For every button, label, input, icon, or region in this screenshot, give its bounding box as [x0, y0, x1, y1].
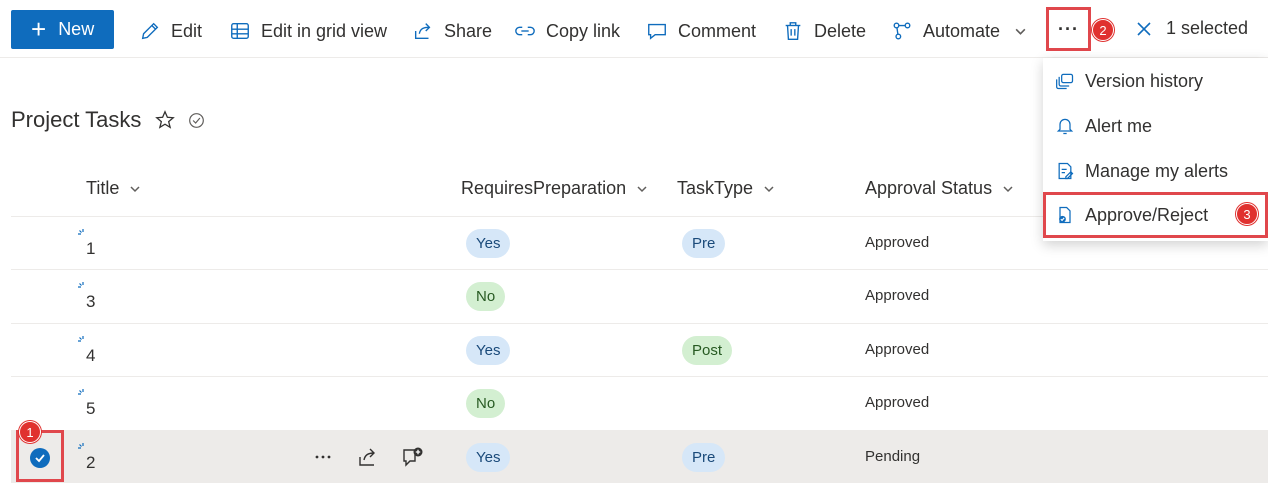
requires-preparation-pill: Yes: [466, 443, 511, 472]
new-item-icon: [78, 336, 84, 342]
delete-label: Delete: [814, 20, 867, 41]
new-button[interactable]: + New: [11, 10, 114, 49]
approval-status: Approved: [865, 287, 930, 304]
edit-grid-view-button[interactable]: Edit in grid view: [229, 18, 387, 44]
requires-preparation-pill: No: [466, 389, 506, 418]
automate-label: Automate: [923, 20, 1001, 41]
new-item-icon: [78, 443, 84, 449]
comment-label: Comment: [678, 20, 757, 41]
table-row[interactable]: 3 No Approved: [11, 269, 1268, 322]
column-header-approval-status[interactable]: Approval Status: [865, 178, 1014, 199]
column-header-requirespreparation[interactable]: RequiresPreparation: [461, 178, 648, 199]
menu-item-label: Version history: [1085, 70, 1204, 91]
close-icon[interactable]: [1136, 21, 1152, 37]
table-row[interactable]: 5 No Approved: [11, 376, 1268, 429]
requires-preparation-pill: Yes: [466, 336, 511, 365]
menu-item-manage-alerts[interactable]: Manage my alerts: [1043, 149, 1268, 193]
approval-status: Approved: [865, 394, 930, 411]
chevron-down-icon: [130, 185, 140, 192]
share-button[interactable]: Share: [412, 18, 492, 44]
pencil-icon: [141, 22, 159, 40]
new-item-icon: [78, 282, 84, 288]
chevron-down-icon: [637, 185, 647, 192]
menu-item-label: Approve/Reject: [1085, 204, 1209, 225]
automate-icon: [893, 22, 911, 40]
step-badge-3: 3: [1236, 203, 1258, 225]
table-row[interactable]: 4 Yes Post Approved: [11, 323, 1268, 376]
menu-item-approve-reject[interactable]: Approve/Reject: [1043, 192, 1268, 238]
menu-item-version-history[interactable]: Version history: [1043, 59, 1268, 103]
task-type-pill: Post: [682, 336, 733, 365]
menu-item-label: Manage my alerts: [1085, 160, 1229, 181]
edit-grid-label: Edit in grid view: [261, 20, 388, 41]
requires-preparation-pill: Yes: [466, 229, 511, 258]
star-icon[interactable]: [154, 109, 176, 131]
comment-icon: [648, 23, 666, 40]
command-bar: + New Edit Edit in grid view Share Copy …: [0, 0, 1268, 58]
chevron-down-icon: [1015, 28, 1026, 35]
row-title[interactable]: 2: [86, 453, 95, 473]
column-header-title[interactable]: Title: [86, 178, 141, 199]
approve-document-icon: [1059, 206, 1071, 224]
link-icon: [515, 26, 535, 36]
grid-icon: [231, 22, 249, 40]
more-options-button[interactable]: ···: [1046, 7, 1091, 51]
table-row-selected[interactable]: 2 Yes Pre Pending: [11, 430, 1268, 483]
new-item-icon: [78, 389, 84, 395]
page-title: Project Tasks: [11, 107, 142, 132]
add-comment-icon[interactable]: [402, 446, 424, 468]
new-button-label: New: [58, 19, 95, 39]
approval-status: Pending: [865, 448, 921, 465]
approval-status: Approved: [865, 234, 930, 251]
edit-label: Edit: [171, 20, 203, 41]
step-badge-1: 1: [19, 421, 41, 443]
copy-link-button[interactable]: Copy link: [514, 18, 620, 44]
bell-icon: [1056, 118, 1074, 135]
share-icon[interactable]: [357, 446, 379, 468]
new-item-icon: [78, 229, 84, 235]
plus-icon: +: [31, 13, 47, 44]
column-header-label: Title: [86, 178, 120, 198]
column-header-label: Approval Status: [865, 178, 993, 198]
automate-button[interactable]: Automate: [891, 18, 1027, 44]
trash-icon: [785, 22, 801, 40]
task-type-pill: Pre: [682, 229, 726, 258]
share-label: Share: [444, 20, 493, 41]
manage-alerts-icon: [1058, 162, 1074, 180]
menu-item-label: Alert me: [1085, 115, 1153, 136]
delete-button[interactable]: Delete: [782, 18, 866, 44]
column-header-label: RequiresPreparation: [461, 178, 627, 198]
more-actions-icon[interactable]: [312, 446, 334, 468]
row-title[interactable]: 1: [86, 239, 95, 259]
copy-link-label: Copy link: [546, 20, 621, 41]
more-options-icon: ···: [1058, 18, 1079, 39]
step-badge-2: 2: [1092, 19, 1114, 41]
approval-status: Approved: [865, 341, 930, 358]
version-history-icon: [1056, 73, 1074, 90]
check-circle-icon[interactable]: [188, 112, 205, 129]
column-header-tasktype[interactable]: TaskType: [677, 178, 775, 199]
chevron-down-icon: [764, 185, 774, 192]
share-icon: [414, 23, 431, 40]
task-type-pill: Pre: [682, 443, 726, 472]
chevron-down-icon: [1003, 185, 1013, 192]
menu-item-alert-me[interactable]: Alert me: [1043, 104, 1268, 148]
requires-preparation-pill: No: [466, 282, 506, 311]
edit-button[interactable]: Edit: [139, 18, 202, 44]
row-title[interactable]: 4: [86, 346, 95, 366]
selected-count-label: 1 selected: [1166, 18, 1249, 38]
more-options-menu: Version history Alert me Manage my alert…: [1043, 58, 1268, 241]
selection-status[interactable]: 1 selected: [1136, 18, 1248, 39]
column-header-label: TaskType: [677, 178, 754, 198]
row-title[interactable]: 3: [86, 292, 95, 312]
comment-button[interactable]: Comment: [646, 18, 756, 44]
row-title[interactable]: 5: [86, 399, 95, 419]
